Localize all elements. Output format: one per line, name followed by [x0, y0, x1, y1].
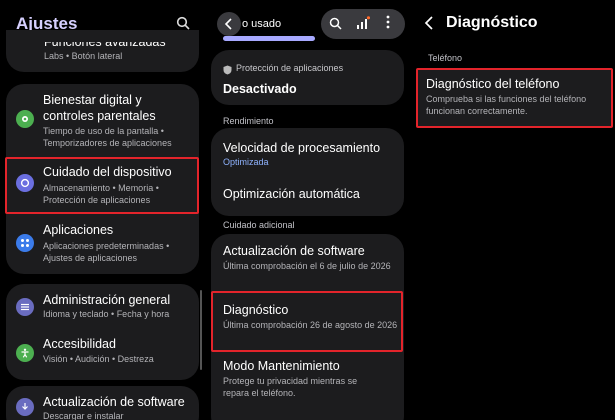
processing-speed-title: Velocidad de procesamiento — [223, 141, 381, 155]
diagnostics-page-title: Diagnóstico — [446, 14, 538, 31]
diagnostics-panel: Diagnóstico Teléfono Diagnóstico del tel… — [410, 0, 615, 420]
apps-icon — [16, 234, 34, 252]
apps-title: Aplicaciones — [43, 223, 114, 237]
accessibility-icon — [16, 344, 34, 362]
section-phone: Teléfono — [428, 53, 463, 63]
back-arrow-icon — [224, 18, 232, 30]
shield-icon — [223, 62, 232, 80]
diagnostics-highlight — [211, 291, 403, 352]
device-care-highlight — [5, 157, 199, 214]
performance-card: Velocidad de procesamiento Optimizada Op… — [211, 128, 404, 216]
back-button[interactable] — [424, 16, 434, 35]
accessibility-title: Accesibilidad — [43, 337, 116, 351]
software-update-item[interactable]: Actualización de software Descargar e in… — [6, 386, 199, 420]
scrollbar[interactable] — [200, 290, 202, 370]
software-update-icon — [16, 398, 34, 416]
software-update-title: Actualización de software — [43, 395, 185, 409]
general-management-item[interactable]: Administración general Idioma y teclado … — [6, 284, 199, 330]
settings-panel: Ajustes Funciones avanzadas Labs • Botón… — [0, 0, 205, 420]
maintenance-mode-item[interactable]: Modo Mantenimiento Protege tu privacidad… — [211, 352, 404, 408]
software-update-item-2[interactable]: Actualización de software Última comprob… — [211, 234, 404, 288]
back-button[interactable] — [217, 12, 241, 36]
back-arrow-icon — [424, 16, 433, 30]
advanced-features-card: Funciones avanzadas Labs • Botón lateral — [6, 30, 199, 72]
software-update-card: Actualización de software Descargar e in… — [6, 386, 199, 420]
accessibility-item[interactable]: Accesibilidad Visión • Audición • Destre… — [6, 332, 199, 378]
device-care-panel: o usado Protección de aplicaciones Desac… — [205, 0, 410, 420]
advanced-features-title[interactable]: Funciones avanzadas — [44, 42, 166, 50]
protection-label: Protección de aplicaciones — [236, 63, 344, 73]
signal-icon[interactable] — [356, 16, 371, 35]
general-management-icon — [16, 298, 34, 316]
protection-value: Desactivado — [223, 82, 297, 96]
general-management-sub: Idioma y teclado • Fecha y hora — [43, 309, 170, 319]
processing-speed-value: Optimizada — [223, 157, 269, 167]
wellbeing-item[interactable]: Bienestar digital y controles parentales… — [6, 84, 199, 150]
software-update-sub: Descargar e instalar — [43, 411, 124, 420]
wellbeing-sub: Tiempo de uso de la pantalla • Temporiza… — [43, 126, 172, 148]
settings-group-card-2: Administración general Idioma y teclado … — [6, 284, 199, 380]
apps-item[interactable]: Aplicaciones Aplicaciones predeterminada… — [6, 218, 199, 270]
auto-optimization-item[interactable]: Optimización automática — [211, 176, 404, 216]
wellbeing-title: Bienestar digital y controles parentales — [43, 93, 156, 123]
section-performance: Rendimiento — [223, 116, 274, 126]
storage-bar — [223, 36, 315, 41]
header-title-partial: o usado — [242, 18, 282, 30]
search-icon[interactable] — [329, 17, 342, 35]
maintenance-mode-title: Modo Mantenimiento — [223, 359, 340, 373]
section-additional-care: Cuidado adicional — [223, 220, 295, 230]
apps-sub: Aplicaciones predeterminadas • Ajustes d… — [43, 241, 170, 263]
accessibility-sub: Visión • Audición • Destreza — [43, 354, 154, 364]
advanced-features-sub: Labs • Botón lateral — [44, 51, 123, 61]
software-update-sub-2: Última comprobación el 6 de julio de 202… — [223, 261, 391, 271]
wellbeing-icon — [16, 110, 34, 128]
auto-optimization-title: Optimización automática — [223, 187, 360, 201]
general-management-title: Administración general — [43, 293, 171, 307]
maintenance-mode-sub: Protege tu privacidad mientras se repara… — [223, 376, 358, 398]
more-options-icon[interactable] — [386, 15, 390, 34]
phone-diagnostics-highlight — [416, 68, 613, 128]
software-update-title-2: Actualización de software — [223, 244, 365, 258]
protection-card[interactable]: Protección de aplicaciones Desactivado — [211, 50, 404, 105]
processing-speed-item[interactable]: Velocidad de procesamiento Optimizada — [211, 128, 404, 172]
